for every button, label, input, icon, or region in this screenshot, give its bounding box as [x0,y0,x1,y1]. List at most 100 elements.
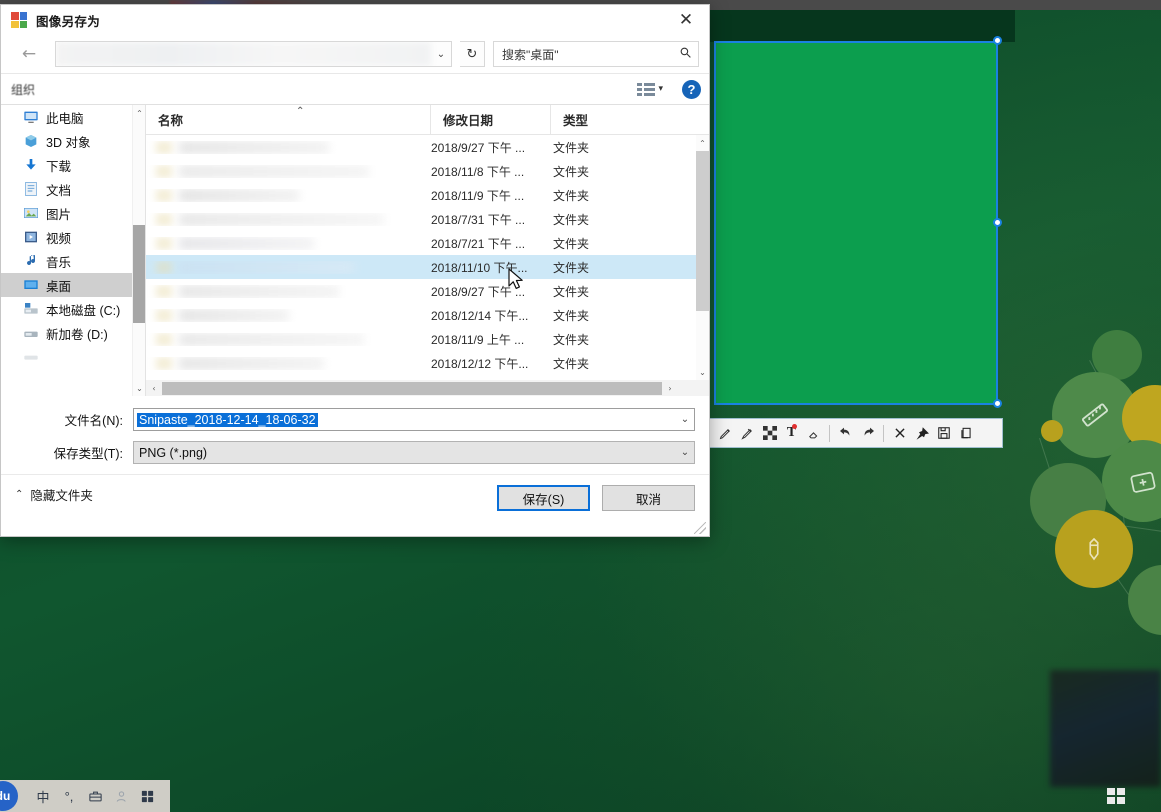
back-button[interactable]: ← [11,41,47,67]
help-button[interactable]: ? [682,80,701,99]
table-row[interactable]: 2018/7/31 下午 ... 文件夹 [146,207,696,231]
cell-filename [146,237,431,250]
table-row[interactable]: 2018/11/9 上午 ... 文件夹 [146,327,696,351]
snipaste-capture-region[interactable] [714,41,998,405]
scroll-up-arrow[interactable]: ⌃ [696,135,709,151]
close-button[interactable]: ✕ [663,5,709,35]
address-path-blurred [56,42,431,66]
tree-item-documents[interactable]: 文档 [1,177,145,201]
redo-icon[interactable] [857,421,878,445]
table-row[interactable]: 2018/11/8 下午 ... 文件夹 [146,159,696,183]
pen-icon[interactable] [715,421,736,445]
folder-icon [156,213,172,226]
cell-filename [146,309,431,322]
chevron-down-icon[interactable]: ⌄ [431,42,451,66]
resize-grip[interactable] [694,522,706,534]
navigation-row: ← ⌄ ↻ 搜索"桌面" [1,35,709,73]
chevron-down-icon[interactable]: ▾ [658,84,663,94]
tree-item-3d-objects[interactable]: 3D 对象 [1,129,145,153]
folder-icon [156,165,172,178]
tree-item-this-pc[interactable]: 此电脑 [1,105,145,129]
eraser-icon[interactable] [803,421,824,445]
view-options-button[interactable]: ▾ [634,81,666,98]
cell-filename [146,261,431,274]
tree-scrollbar[interactable]: ⌃ ⌄ [132,105,145,396]
filename-input[interactable]: Snipaste_2018-12-14_18-06-32 ⌄ [133,408,695,431]
cell-type: 文件夹 [551,331,696,348]
save-icon[interactable] [933,421,954,445]
folder-icon [156,189,172,202]
tree-item-partial[interactable] [1,345,145,369]
cube-icon [23,133,39,149]
table-row[interactable]: 2018/12/14 下午... 文件夹 [146,303,696,327]
address-bar[interactable]: ⌄ [55,41,452,67]
ime-punctuation[interactable]: °, [56,780,82,812]
undo-icon[interactable] [835,421,856,445]
cell-modified-date: 2018/7/21 下午 ... [431,235,551,252]
table-row[interactable]: 2018/11/10 下午... 文件夹 [146,255,696,279]
table-row[interactable]: 2018/12/12 下午... 文件夹 [146,351,696,375]
filetype-select[interactable]: PNG (*.png) ⌄ [133,441,695,464]
resize-handle-top-right[interactable] [993,36,1002,45]
save-button[interactable]: 保存(S) [497,485,590,511]
ime-apps-grid[interactable] [134,780,160,812]
ime-toolbox[interactable] [82,780,108,812]
marker-icon[interactable] [737,421,758,445]
table-row[interactable]: 2018/11/9 下午 ... 文件夹 [146,183,696,207]
table-row[interactable]: 2018/9/27 下午 ... 文件夹 [146,279,696,303]
scroll-up-arrow[interactable]: ⌃ [133,105,145,121]
tree-item-desktop[interactable]: 桌面 [1,273,145,297]
tree-item-new-volume-d[interactable]: 新加卷 (D:) [1,321,145,345]
tree-item-videos[interactable]: 视频 [1,225,145,249]
column-header-name[interactable]: 名称 ⌃ [146,105,431,134]
scrollbar-thumb-horizontal[interactable] [162,382,662,395]
baidu-logo[interactable]: du [0,781,18,811]
mosaic-icon[interactable] [759,421,780,445]
scroll-down-arrow[interactable]: ⌄ [133,380,145,396]
table-row[interactable]: 2018/9/27 下午 ... 文件夹 [146,135,696,159]
tree-item-pictures[interactable]: 图片 [1,201,145,225]
scroll-down-arrow[interactable]: ⌄ [696,364,709,380]
file-list-scrollbar[interactable]: ⌃ ⌄ [696,135,709,380]
organize-button[interactable]: 组织 [11,81,35,98]
folder-icon [156,357,172,370]
tree-item-music[interactable]: 音乐 [1,249,145,273]
search-icon[interactable] [679,46,692,63]
pin-icon[interactable] [911,421,932,445]
table-row[interactable]: 2018/7/21 下午 ... 文件夹 [146,231,696,255]
cancel-button[interactable]: 取消 [602,485,695,511]
scrollbar-thumb[interactable] [696,151,709,311]
tree-item-local-disk-c[interactable]: 本地磁盘 (C:) [1,297,145,321]
text-icon[interactable]: T [781,421,802,445]
cell-filename [146,333,431,346]
ime-chinese-mode[interactable]: 中 [30,780,56,812]
resize-handle-middle-right[interactable] [993,218,1002,227]
tree-item-label: 桌面 [46,276,71,295]
refresh-icon[interactable]: ↻ [460,41,485,67]
tree-item-label: 文档 [46,180,71,199]
column-label: 名称 [158,110,183,129]
folder-icon [156,261,172,274]
snipaste-toolbar[interactable]: T [709,418,1003,448]
chevron-down-icon[interactable]: ⌄ [676,442,694,463]
tree-item-downloads[interactable]: 下载 [1,153,145,177]
dialog-footer: ⌃ 隐藏文件夹 保存(S) 取消 [1,474,709,536]
desktop-icon [23,277,39,293]
resize-handle-bottom-right[interactable] [993,399,1002,408]
chevron-down-icon[interactable]: ⌄ [676,409,694,430]
scrollbar-thumb[interactable] [133,225,145,323]
search-placeholder: 搜索"桌面" [502,46,679,63]
search-input[interactable]: 搜索"桌面" [493,41,699,67]
column-header-type[interactable]: 类型 [551,105,709,134]
file-list-horizontal-scrollbar[interactable]: ‹ › [146,380,709,396]
scroll-left-arrow[interactable]: ‹ [146,380,162,396]
filename-row: 文件名(N): Snipaste_2018-12-14_18-06-32 ⌄ [15,408,695,431]
ime-user[interactable] [108,780,134,812]
cell-modified-date: 2018/12/12 下午... [431,355,551,372]
column-header-date[interactable]: 修改日期 [431,105,551,134]
filename-redacted [179,141,329,154]
close-icon[interactable] [889,421,910,445]
copy-icon[interactable] [955,421,976,445]
scroll-right-arrow[interactable]: › [662,380,678,396]
hide-folders-toggle[interactable]: ⌃ 隐藏文件夹 [15,485,93,504]
